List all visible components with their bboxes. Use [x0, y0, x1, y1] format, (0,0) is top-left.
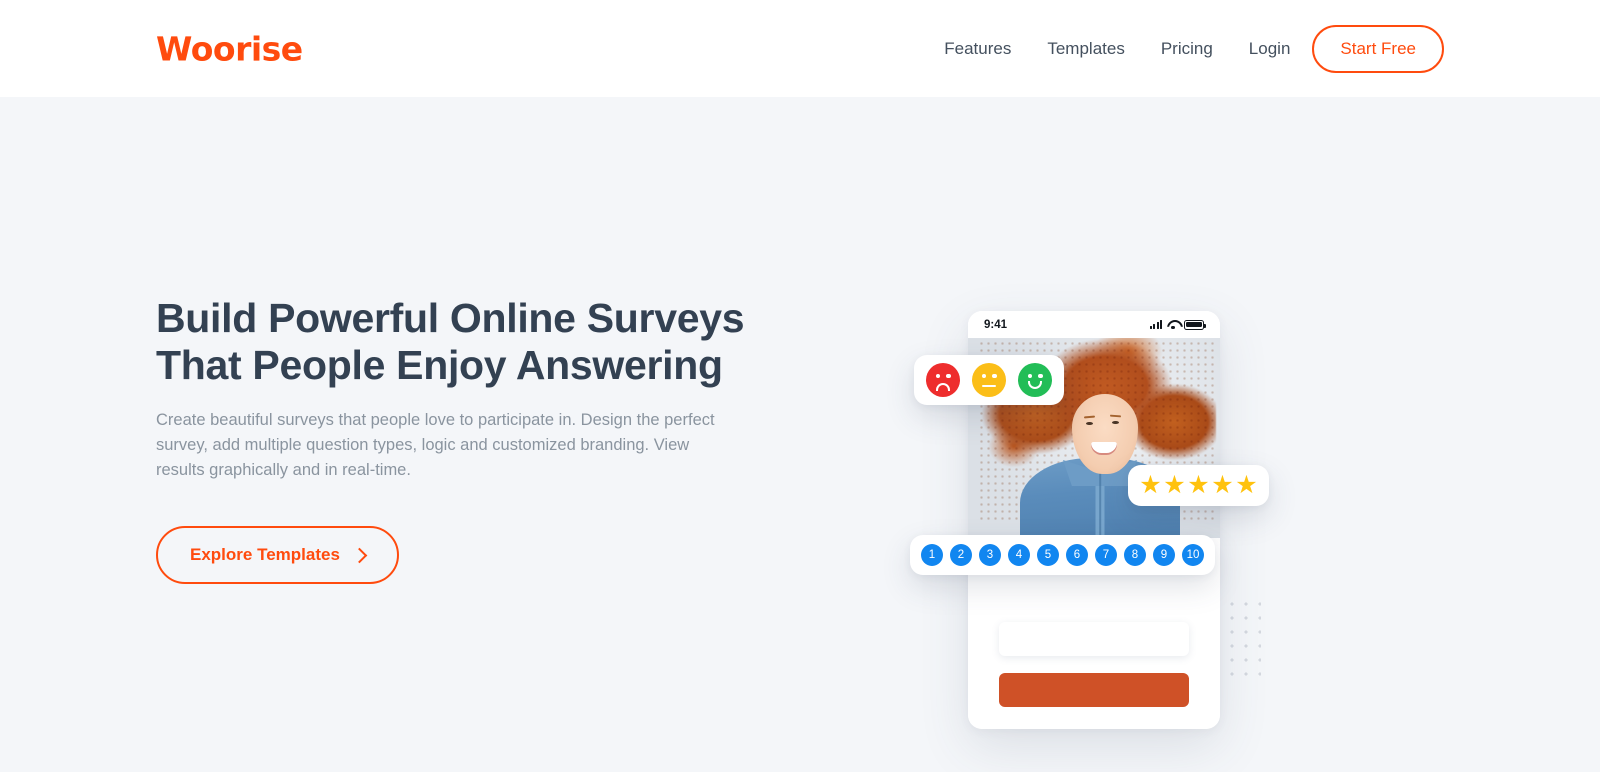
rating-option-7[interactable]: 7	[1095, 544, 1117, 566]
page-root: Woorise Features Templates Pricing Login…	[0, 0, 1600, 772]
signal-icon	[1149, 320, 1162, 329]
nav-link-login[interactable]: Login	[1231, 33, 1313, 65]
star-rating-card: ★ ★ ★ ★ ★	[1128, 465, 1269, 506]
status-icons	[1149, 319, 1206, 330]
hero-section: Build Powerful Online Surveys That Peopl…	[0, 97, 1600, 772]
survey-submit-button[interactable]	[999, 673, 1189, 707]
start-free-button[interactable]: Start Free	[1312, 24, 1444, 73]
rating-option-10[interactable]: 10	[1182, 544, 1204, 566]
logo-woorise[interactable]: Woorise	[156, 32, 303, 65]
rating-option-1[interactable]: 1	[921, 544, 943, 566]
hero-title-line-2: That People Enjoy Answering	[156, 342, 723, 388]
star-icon[interactable]: ★	[1211, 473, 1234, 498]
hero-copy: Build Powerful Online Surveys That Peopl…	[156, 295, 756, 584]
hero-subtitle: Create beautiful surveys that people lov…	[156, 411, 715, 479]
nav-link-pricing[interactable]: Pricing	[1143, 33, 1231, 65]
star-icon[interactable]: ★	[1235, 473, 1258, 498]
nav-link-features[interactable]: Features	[926, 33, 1029, 65]
rating-option-9[interactable]: 9	[1153, 544, 1175, 566]
main-navigation: Features Templates Pricing Login Start F…	[926, 24, 1444, 73]
battery-icon	[1184, 319, 1206, 330]
rating-option-5[interactable]: 5	[1037, 544, 1059, 566]
photo-smile	[1091, 442, 1117, 455]
explore-templates-button[interactable]: Explore Templates	[156, 526, 399, 584]
rating-option-3[interactable]: 3	[979, 544, 1001, 566]
photo-eye-left	[1086, 422, 1093, 426]
site-header: Woorise Features Templates Pricing Login…	[0, 0, 1600, 97]
photo-brow-left	[1083, 415, 1096, 419]
rating-option-2[interactable]: 2	[950, 544, 972, 566]
wifi-icon	[1167, 320, 1179, 330]
nav-link-templates[interactable]: Templates	[1029, 33, 1142, 65]
star-icon[interactable]: ★	[1187, 473, 1210, 498]
chevron-right-icon	[351, 547, 368, 564]
emoji-rating-card	[914, 355, 1064, 405]
sad-face-icon[interactable]	[926, 363, 960, 397]
survey-text-input[interactable]	[999, 622, 1189, 656]
hero-title-line-1: Build Powerful Online Surveys	[156, 295, 745, 341]
photo-brow-right	[1109, 414, 1122, 418]
dot-grid-decoration	[1225, 597, 1261, 683]
happy-face-icon[interactable]	[1018, 363, 1052, 397]
status-time: 9:41	[984, 318, 1008, 331]
rating-option-8[interactable]: 8	[1124, 544, 1146, 566]
photo-eye-right	[1112, 421, 1119, 425]
explore-templates-label: Explore Templates	[190, 545, 340, 564]
star-icon[interactable]: ★	[1139, 473, 1162, 498]
rating-option-4[interactable]: 4	[1008, 544, 1030, 566]
neutral-face-icon[interactable]	[972, 363, 1006, 397]
page-title: Build Powerful Online Surveys That Peopl…	[156, 295, 756, 389]
hero-illustration: 9:41 ★ ★ ★ ★ ★ 1 2 3 4 5 6 7 8 9 10	[880, 157, 1300, 737]
phone-status-bar: 9:41	[968, 311, 1220, 338]
numeric-rating-card: 1 2 3 4 5 6 7 8 9 10	[910, 535, 1215, 575]
star-icon[interactable]: ★	[1163, 473, 1186, 498]
rating-option-6[interactable]: 6	[1066, 544, 1088, 566]
